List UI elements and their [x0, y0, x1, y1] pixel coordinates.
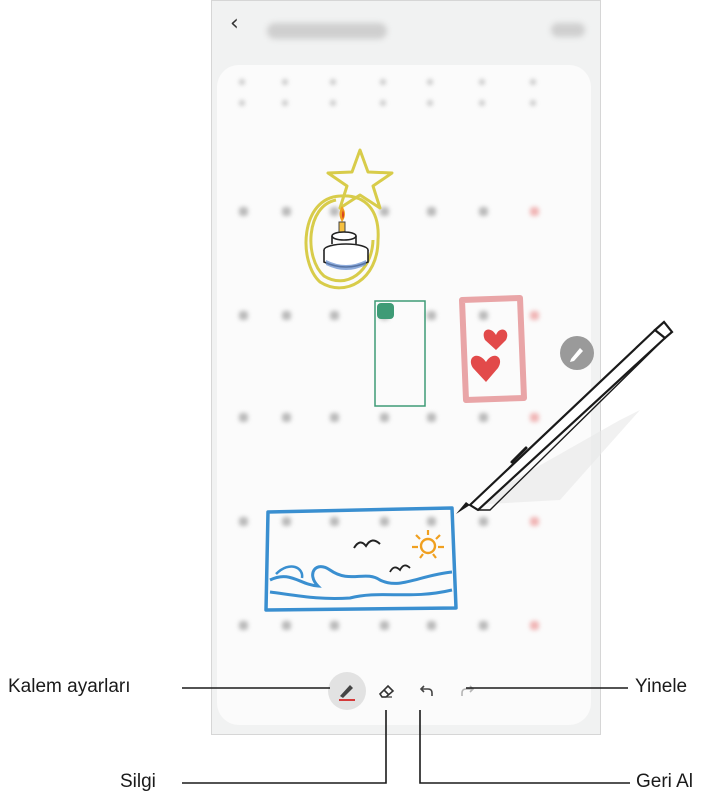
redo-callout: Yinele	[635, 676, 688, 697]
pen-settings-callout: Kalem ayarları	[8, 676, 131, 697]
beach-doodle	[264, 506, 458, 612]
cake-icon	[323, 206, 369, 270]
selected-date	[374, 300, 426, 407]
eraser-callout: Silgi	[120, 771, 156, 792]
s-pen-stylus	[456, 320, 674, 514]
undo-callout: Geri Al	[636, 771, 694, 792]
hearts-doodle	[459, 295, 527, 403]
callout-lines	[182, 687, 630, 784]
